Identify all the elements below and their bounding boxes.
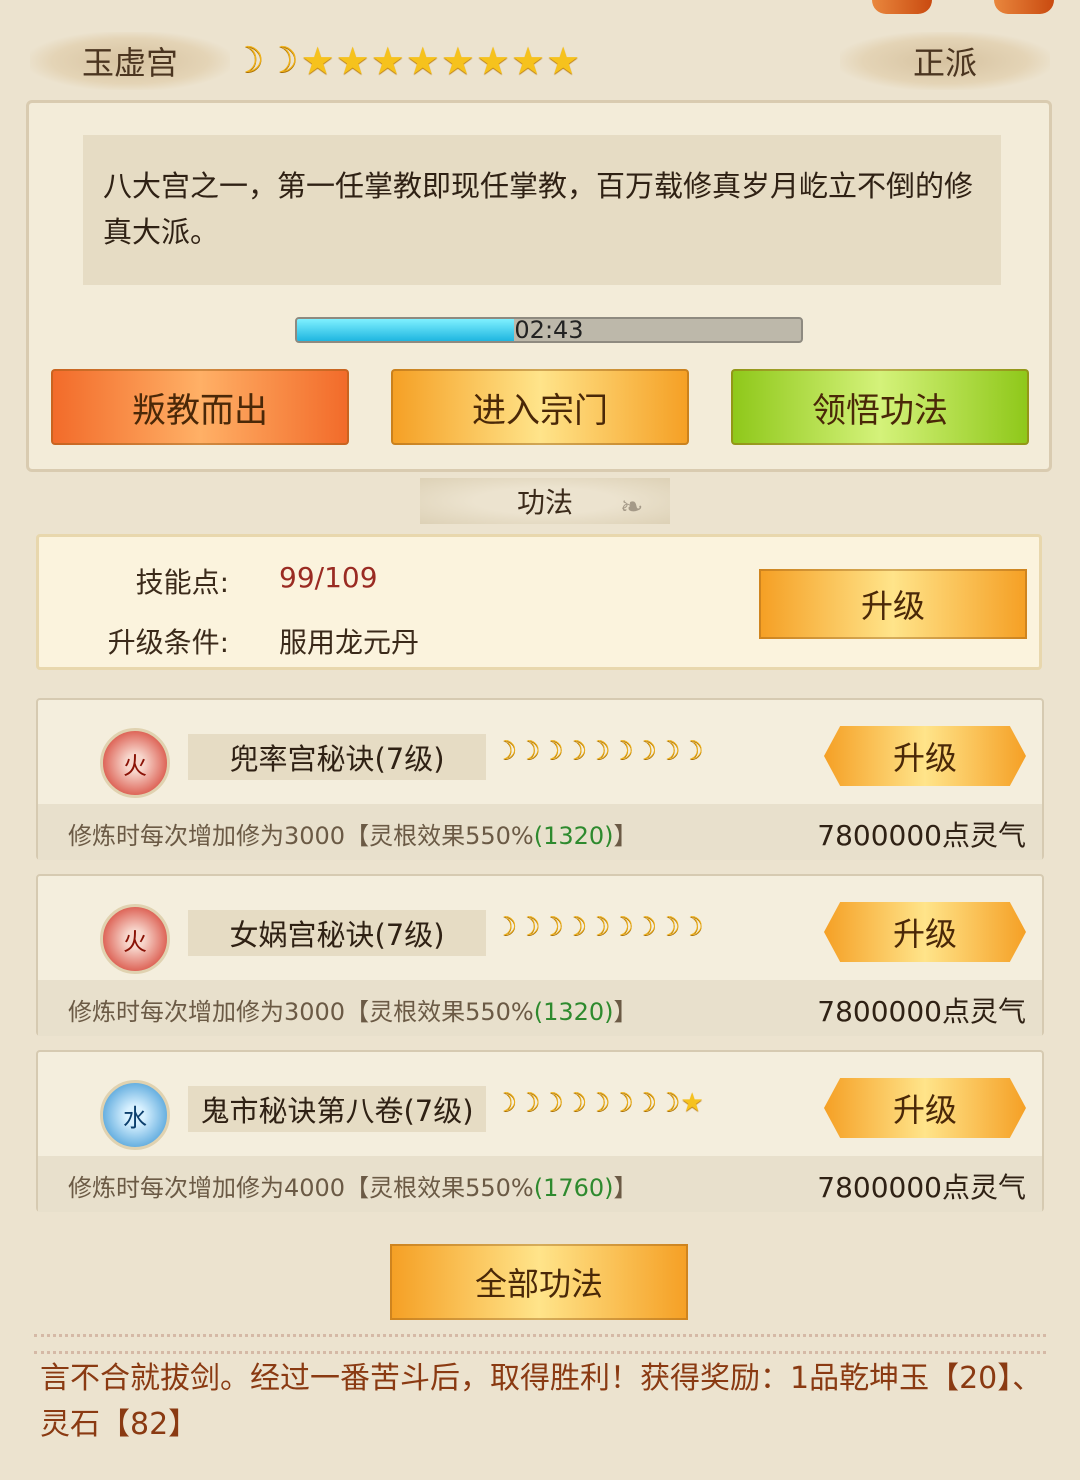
moon-icon: ☽ xyxy=(680,912,704,942)
technique-card: 水 鬼市秘诀第八卷(7级) ☽ ☽ ☽ ☽ ☽ ☽ ☽ ☽ ★ 升级 修炼时每次增加修为4000… xyxy=(36,1050,1044,1212)
technique-description-end: 】 xyxy=(613,998,638,1026)
technique-rank: ☽ ☽ ☽ ☽ ☽ ☽ ☽ ☽ ☽ xyxy=(494,738,704,764)
technique-cost: 7800000点灵气 xyxy=(817,995,1026,1028)
skill-points-label: 技能点: xyxy=(135,566,229,599)
technique-name: 兜率宫秘诀(7级) xyxy=(188,734,486,780)
star-icon: ★ xyxy=(335,39,370,83)
star-icon: ★ xyxy=(405,39,440,83)
moon-icon: ☽ xyxy=(633,1088,658,1118)
technique-name: 女娲宫秘诀(7级) xyxy=(188,910,486,956)
moon-icon: ☽ xyxy=(587,1088,611,1118)
technique-upgrade-button[interactable]: 升级 xyxy=(824,1078,1026,1138)
comprehend-technique-button[interactable]: 领悟功法 xyxy=(731,369,1029,445)
moon-icon: ☽ xyxy=(633,912,658,942)
skill-upgrade-button[interactable]: 升级 xyxy=(759,569,1027,639)
moon-icon: ☽ xyxy=(540,1088,564,1118)
sect-name: 玉虚宫 xyxy=(30,32,230,90)
faction-label: 正派 xyxy=(840,32,1050,90)
scroll-ornament-right-icon: ❧ xyxy=(620,490,644,523)
moon-icon: ☽ xyxy=(494,912,518,942)
leave-sect-button[interactable]: 叛教而出 xyxy=(51,369,349,445)
technique-card: 火 女娲宫秘诀(7级) ☽ ☽ ☽ ☽ ☽ ☽ ☽ ☽ ☽ 升级 修炼时每次增加修为3000【灵… xyxy=(36,874,1044,1036)
fire-icon: 火 xyxy=(100,728,170,798)
sect-rank: ☽ ☽ ★ ★ ★ ★ ★ ★ ★ ★ xyxy=(232,38,581,84)
moon-icon: ☽ xyxy=(517,736,541,766)
technique-upgrade-button[interactable]: 升级 xyxy=(824,726,1026,786)
moon-icon: ☽ xyxy=(610,1088,634,1118)
moon-icon: ☽ xyxy=(494,1088,518,1118)
water-icon: 水 xyxy=(100,1080,170,1150)
star-icon: ★ xyxy=(511,39,546,83)
moon-icon: ☽ xyxy=(657,736,681,766)
fire-icon: 火 xyxy=(100,904,170,974)
star-icon: ★ xyxy=(370,39,405,83)
timer-progress-bar: 02:43 xyxy=(295,317,803,343)
star-icon: ★ xyxy=(440,39,475,83)
technique-description: 修炼时每次增加修为3000【灵根效果550%(1320)】 xyxy=(68,992,638,1027)
moon-icon: ☽ xyxy=(517,912,541,942)
technique-description-text: 修炼时每次增加修为3000【灵根效果550% xyxy=(68,822,534,850)
moon-icon: ☽ xyxy=(494,736,518,766)
moon-icon: ☽ xyxy=(563,1088,588,1118)
technique-description-end: 】 xyxy=(613,1174,638,1202)
upgrade-condition-value: 服用龙元丹 xyxy=(279,626,420,659)
technique-bonus: (1760) xyxy=(533,1174,614,1202)
skill-points-panel: 技能点: 99/109 升级条件: 服用龙元丹 升级 xyxy=(36,534,1042,670)
moon-icon: ☽ xyxy=(610,736,634,766)
star-icon: ★ xyxy=(680,1088,704,1118)
moon-icon: ☽ xyxy=(680,736,704,766)
all-techniques-button[interactable]: 全部功法 xyxy=(390,1244,688,1320)
moon-icon: ☽ xyxy=(610,912,634,942)
timer-text: 02:43 xyxy=(514,317,584,343)
technique-description-text: 修炼时每次增加修为4000【灵根效果550% xyxy=(68,1174,534,1202)
technique-cost: 7800000点灵气 xyxy=(817,1171,1026,1204)
sect-description: 八大宫之一，第一任掌教即现任掌教，百万载修真岁月屹立不倒的修真大派。 xyxy=(83,135,1001,285)
skill-points-value: 99/109 xyxy=(279,561,378,594)
technique-description: 修炼时每次增加修为3000【灵根效果550%(1320)】 xyxy=(68,816,638,851)
technique-card: 火 兜率宫秘诀(7级) ☽ ☽ ☽ ☽ ☽ ☽ ☽ ☽ ☽ 升级 修炼时每次增加修为3000【灵… xyxy=(36,698,1044,860)
moon-icon: ☽ xyxy=(517,1088,541,1118)
star-icon: ★ xyxy=(300,39,335,83)
upgrade-condition-label: 升级条件: xyxy=(107,626,229,659)
moon-icon: ☽ xyxy=(657,912,681,942)
moon-icon: ☽ xyxy=(266,40,299,81)
top-decoration-right xyxy=(994,0,1054,14)
enter-sect-button[interactable]: 进入宗门 xyxy=(391,369,689,445)
technique-description: 修炼时每次增加修为4000【灵根效果550%(1760)】 xyxy=(68,1168,638,1203)
moon-icon: ☽ xyxy=(232,40,265,81)
technique-description-end: 】 xyxy=(613,822,638,850)
technique-name: 鬼市秘诀第八卷(7级) xyxy=(188,1086,486,1132)
moon-icon: ☽ xyxy=(563,912,588,942)
top-decoration-left xyxy=(872,0,932,14)
moon-icon: ☽ xyxy=(540,736,564,766)
technique-rank: ☽ ☽ ☽ ☽ ☽ ☽ ☽ ☽ ★ xyxy=(494,1090,705,1116)
technique-cost: 7800000点灵气 xyxy=(817,819,1026,852)
technique-description-text: 修炼时每次增加修为3000【灵根效果550% xyxy=(68,998,534,1026)
technique-upgrade-button[interactable]: 升级 xyxy=(824,902,1026,962)
moon-icon: ☽ xyxy=(587,912,611,942)
technique-bonus: (1320) xyxy=(533,822,614,850)
moon-icon: ☽ xyxy=(587,736,611,766)
moon-icon: ☽ xyxy=(563,736,588,766)
sect-info-panel: 八大宫之一，第一任掌教即现任掌教，百万载修真岁月屹立不倒的修真大派。 02:43… xyxy=(26,100,1052,472)
moon-icon: ☽ xyxy=(633,736,658,766)
moon-icon: ☽ xyxy=(657,1088,681,1118)
star-icon: ★ xyxy=(546,39,581,83)
battle-log: 言不合就拔剑。经过一番苦斗后，取得胜利！获得奖励：1品乾坤玉【20】、灵石【82… xyxy=(40,1361,1043,1442)
star-icon: ★ xyxy=(475,39,511,83)
ornament-divider xyxy=(34,1334,1046,1354)
moon-icon: ☽ xyxy=(540,912,564,942)
technique-bonus: (1320) xyxy=(533,998,614,1026)
technique-rank: ☽ ☽ ☽ ☽ ☽ ☽ ☽ ☽ ☽ xyxy=(494,914,704,940)
